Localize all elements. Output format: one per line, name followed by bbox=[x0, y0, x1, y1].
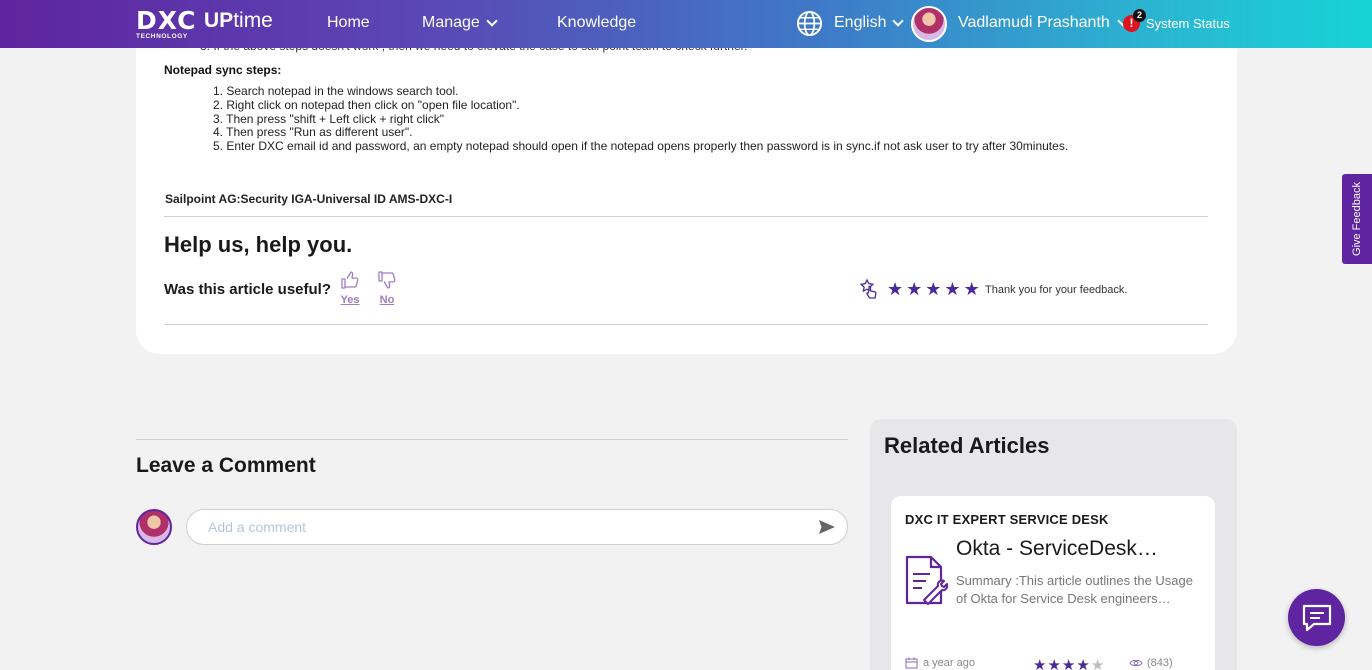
article-summary: Summary :This article outlines the Usage… bbox=[956, 573, 1193, 606]
comment-heading: Leave a Comment bbox=[136, 454, 316, 477]
vote-no-button[interactable]: No bbox=[377, 270, 397, 306]
feedback-heading: Help us, help you. bbox=[164, 232, 353, 257]
rate-pointer-icon bbox=[859, 278, 877, 299]
list-item: 3. Then press "shift + Left click + righ… bbox=[213, 111, 445, 126]
logo-subtext: TECHNOLOGY bbox=[136, 33, 188, 40]
divider bbox=[164, 216, 1208, 217]
nav-home-label: Home bbox=[327, 14, 370, 31]
related-articles-panel: Related Articles DXC IT EXPERT SERVICE D… bbox=[870, 419, 1237, 670]
language-selector[interactable]: English bbox=[834, 14, 905, 32]
assignment-group: Sailpoint AG:Security IGA-Universal ID A… bbox=[165, 192, 453, 206]
send-icon[interactable] bbox=[818, 519, 836, 535]
user-menu[interactable]: Vadlamudi Prashanth bbox=[958, 14, 1129, 32]
chat-button[interactable] bbox=[1288, 589, 1345, 646]
globe-icon[interactable] bbox=[796, 10, 823, 37]
uptime-brand[interactable]: UPtime bbox=[204, 9, 273, 33]
rating-stars[interactable]: ★ ★ ★ ★ ★ bbox=[887, 279, 980, 299]
star-icon[interactable]: ★ bbox=[964, 279, 980, 299]
eye-icon bbox=[1129, 659, 1143, 667]
status-count-badge: 2 bbox=[1133, 9, 1146, 22]
give-feedback-label: Give Feedback bbox=[1351, 182, 1363, 256]
star-icon: ★ bbox=[1090, 657, 1106, 670]
comment-input[interactable] bbox=[186, 509, 848, 545]
yes-label: Yes bbox=[340, 294, 360, 306]
related-heading: Related Articles bbox=[884, 433, 1050, 458]
nav-knowledge[interactable]: Knowledge bbox=[557, 14, 636, 32]
article-title[interactable]: Okta - ServiceDesk… bbox=[956, 537, 1158, 561]
nav-manage-label: Manage bbox=[422, 14, 480, 31]
list-item: 5. Enter DXC email id and password, an e… bbox=[213, 139, 1069, 154]
article-age: a year ago bbox=[905, 657, 975, 669]
chat-bubble-icon bbox=[1302, 604, 1331, 631]
nav-manage[interactable]: Manage bbox=[422, 14, 498, 32]
article-views: (843) bbox=[1129, 657, 1173, 669]
thumbs-up-icon bbox=[341, 271, 359, 289]
star-icon: ★ bbox=[1076, 657, 1091, 670]
list-item: 1. Search notepad in the windows search … bbox=[213, 84, 459, 98]
vote-yes-button[interactable]: Yes bbox=[340, 270, 360, 306]
article-card: 8. If the above steps doesn't work , the… bbox=[136, 20, 1237, 354]
star-icon[interactable]: ★ bbox=[887, 279, 903, 299]
age-text: a year ago bbox=[923, 657, 975, 669]
article-rating: ★★★★★ bbox=[1033, 656, 1105, 670]
star-icon[interactable]: ★ bbox=[925, 279, 941, 299]
divider bbox=[164, 324, 1208, 325]
views-count: (843) bbox=[1147, 657, 1173, 669]
nav-knowledge-label: Knowledge bbox=[557, 14, 637, 31]
divider bbox=[136, 439, 848, 440]
language-label: English bbox=[834, 14, 887, 31]
section-title: Notepad sync steps: bbox=[164, 63, 282, 77]
useful-question: Was this article useful? bbox=[164, 281, 331, 298]
star-icon[interactable]: ★ bbox=[944, 279, 960, 299]
list-item: 4. Then press "Run as different user". bbox=[213, 125, 413, 140]
related-article-card[interactable]: DXC IT EXPERT SERVICE DESK Okta - Servic… bbox=[891, 496, 1215, 670]
give-feedback-tab[interactable]: Give Feedback bbox=[1342, 174, 1372, 264]
dxc-logo[interactable]: DXC TECHNOLOGY bbox=[136, 8, 196, 42]
user-avatar[interactable] bbox=[911, 6, 947, 42]
thumbs-down-icon bbox=[378, 271, 396, 289]
chevron-down-icon bbox=[486, 14, 498, 27]
system-status-link[interactable]: System Status bbox=[1146, 16, 1230, 31]
logo-text: DXC bbox=[136, 6, 197, 35]
list-item: 2. Right click on notepad then click on … bbox=[213, 97, 520, 112]
star-icon: ★ bbox=[1047, 657, 1062, 670]
brand-rest: time bbox=[233, 9, 273, 32]
document-wrench-icon bbox=[905, 555, 948, 605]
star-icon: ★ bbox=[1033, 657, 1048, 670]
nav-home[interactable]: Home bbox=[327, 14, 370, 32]
article-category: DXC IT EXPERT SERVICE DESK bbox=[905, 512, 1109, 527]
calendar-icon bbox=[905, 657, 918, 669]
star-icon[interactable]: ★ bbox=[906, 279, 922, 299]
top-nav-bar: DXC TECHNOLOGY UPtime Home Manage Knowle… bbox=[0, 0, 1372, 48]
no-label: No bbox=[379, 294, 395, 306]
feedback-thanks: Thank you for your feedback. bbox=[985, 284, 1128, 296]
star-icon: ★ bbox=[1061, 657, 1077, 670]
steps-list: 1. Search notepad in the windows search … bbox=[213, 84, 1069, 154]
chevron-down-icon bbox=[892, 14, 905, 27]
brand-up: UP bbox=[204, 9, 234, 32]
commenter-avatar bbox=[136, 509, 172, 545]
user-name: Vadlamudi Prashanth bbox=[958, 14, 1110, 31]
